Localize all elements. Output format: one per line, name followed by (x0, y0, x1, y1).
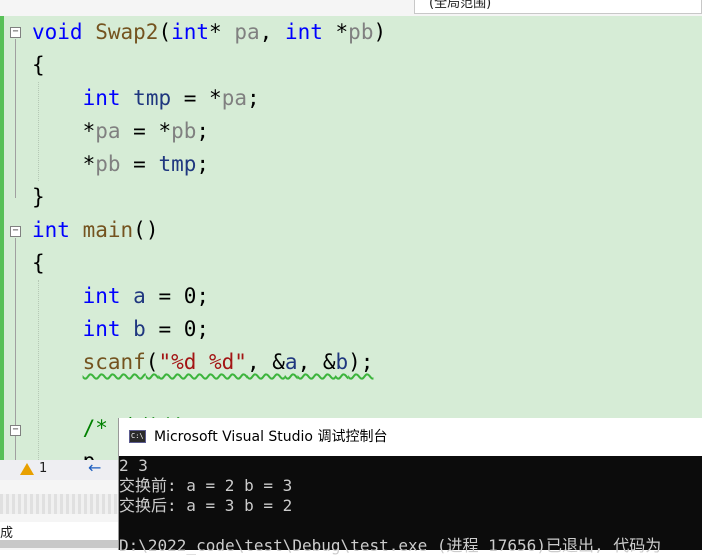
code-token: int (171, 20, 210, 44)
code-token: = 0; (145, 317, 210, 341)
console-line: 交换前: a = 2 b = 3 (119, 476, 293, 495)
scope-bar: (全局范围) (0, 0, 702, 16)
code-token: p (32, 449, 96, 460)
code-token: ; (196, 119, 210, 143)
code-token: , (259, 20, 285, 44)
code-token: pb (171, 119, 197, 143)
console-output[interactable]: 2 3 交换前: a = 2 b = 3 交换后: a = 3 b = 2 D:\20… (119, 456, 702, 555)
code-line[interactable]: } (32, 181, 45, 214)
code-token: = * (171, 86, 222, 110)
code-line[interactable]: scanf("%d %d", &a, &b); (32, 346, 374, 379)
code-token: void (32, 20, 83, 44)
code-token: int (82, 317, 121, 341)
code-line[interactable]: *pa = *pb; (32, 115, 209, 148)
code-token: ) (373, 20, 387, 44)
code-token: pa (95, 119, 121, 143)
code-line[interactable]: { (32, 247, 45, 280)
warning-count[interactable]: 1 (39, 461, 47, 476)
console-app-icon: C:\ (129, 430, 146, 443)
code-token: b (133, 317, 146, 341)
code-token: ; (246, 86, 260, 110)
collapse-main-icon[interactable]: − (10, 226, 21, 237)
change-tracking-bar (0, 16, 4, 460)
code-line[interactable]: { (32, 49, 45, 82)
code-token: int (32, 218, 70, 242)
console-line: D:\2022_code\test\Debug\test.exe (进程 176… (119, 536, 662, 555)
code-token: * (32, 119, 96, 143)
code-token: "%d %d" (158, 350, 247, 374)
code-token: ); (348, 350, 374, 374)
code-token: pa (221, 86, 247, 110)
code-token: = * (120, 119, 172, 143)
code-line[interactable]: int b = 0; (32, 313, 209, 346)
console-line: 2 3 (119, 456, 148, 475)
code-line[interactable]: int main() (32, 214, 158, 247)
code-token: int (82, 284, 121, 308)
code-token: * (209, 20, 235, 44)
error-list-strip: 1 ← (0, 458, 118, 480)
collapse-swap2-icon[interactable]: − (10, 27, 21, 38)
code-token: pb (348, 20, 374, 44)
code-editor[interactable]: − − − void Swap2(int* pa, int *pb){ int … (0, 16, 702, 460)
code-token: pb (95, 152, 121, 176)
code-token: } (32, 185, 45, 209)
fold-guide (15, 39, 16, 198)
code-token: () (133, 218, 159, 242)
code-token: ; (196, 152, 210, 176)
code-token: scanf (82, 350, 146, 374)
horizontal-scrollbar[interactable] (0, 540, 118, 548)
panel-grip[interactable] (0, 494, 118, 514)
code-line[interactable]: int tmp = *pa; (32, 82, 260, 115)
code-token: ( (145, 350, 159, 374)
console-title: Microsoft Visual Studio 调试控制台 (154, 429, 388, 445)
code-token: { (32, 53, 45, 77)
code-token: , & (297, 350, 336, 374)
code-token: tmp (158, 152, 197, 176)
code-token: , & (246, 350, 285, 374)
code-token: = 0; (145, 284, 210, 308)
code-token: Swap2 (95, 20, 159, 44)
code-token: main (82, 218, 134, 242)
console-titlebar[interactable]: C:\ Microsoft Visual Studio 调试控制台 (119, 418, 702, 456)
code-token: * (32, 152, 96, 176)
navigate-back-arrow-icon[interactable]: ← (88, 458, 101, 477)
code-token: a (284, 350, 298, 374)
code-token: a (133, 284, 146, 308)
code-token: pa (234, 20, 260, 44)
scope-dropdown[interactable]: (全局范围) (414, 0, 702, 14)
code-line[interactable]: p (32, 445, 96, 460)
code-token: ( (158, 20, 172, 44)
code-token: int (82, 86, 121, 110)
code-line[interactable]: int a = 0; (32, 280, 209, 313)
code-token: = (120, 152, 159, 176)
code-line[interactable]: void Swap2(int* pa, int *pb) (32, 16, 386, 49)
warning-icon[interactable] (20, 463, 34, 475)
code-token: int (284, 20, 323, 44)
code-token: * (322, 20, 349, 44)
debug-console-window[interactable]: C:\ Microsoft Visual Studio 调试控制台 2 3 交换前… (118, 418, 702, 555)
code-line[interactable]: *pb = tmp; (32, 148, 209, 181)
code-token: b (335, 350, 349, 374)
code-token: /* (32, 416, 121, 440)
collapse-comment-icon[interactable]: − (10, 425, 21, 436)
code-token: { (32, 251, 45, 275)
console-icon-text: C:\ (131, 432, 144, 440)
code-token: tmp (133, 86, 172, 110)
console-line: 交换后: a = 3 b = 2 (119, 496, 293, 515)
